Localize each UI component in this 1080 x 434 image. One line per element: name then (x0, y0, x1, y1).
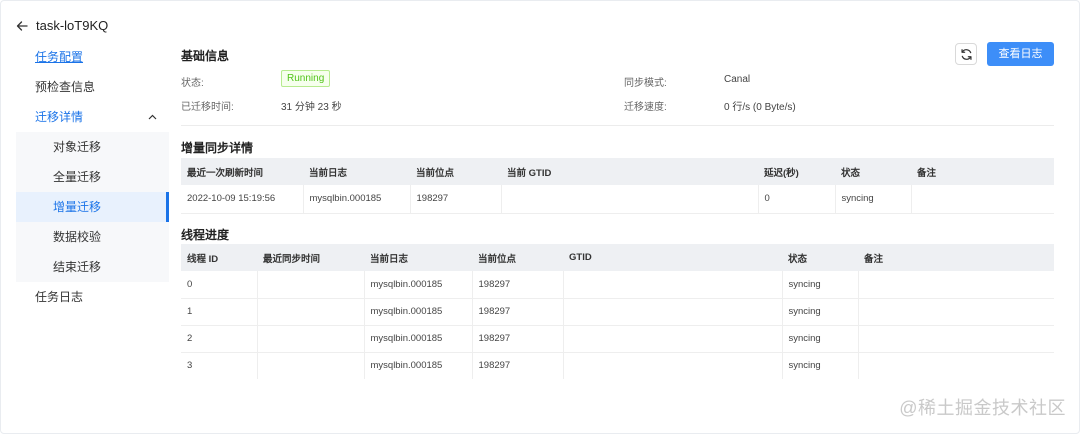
table-cell (858, 325, 1054, 353)
table-cell: 2022-10-09 15:19:56 (181, 185, 304, 214)
sidebar: 任务配置 预检查信息 迁移详情 对象迁移 全量迁移 增量迁移 数据校验 结束迁移… (16, 42, 169, 312)
table-cell: 1 (181, 298, 258, 326)
task-title: task-loT9KQ (36, 18, 109, 33)
migration-speed-label: 迁移速度: (624, 102, 667, 113)
sidebar-item-data-validation[interactable]: 数据校验 (16, 222, 169, 252)
table-cell: mysqlbin.000185 (364, 271, 473, 299)
column-header: 备注 (911, 158, 1054, 185)
table-cell: 198297 (472, 298, 564, 326)
basic-info-title: 基础信息 (181, 49, 230, 63)
table-cell: syncing (782, 271, 859, 299)
table-cell: mysqlbin.000185 (303, 185, 411, 214)
sidebar-item-task-log[interactable]: 任务日志 (16, 282, 169, 312)
table-header-row: 线程 ID 最近同步时间 当前日志 当前位点 GTID 状态 备注 (181, 244, 1054, 271)
column-header: 最近同步时间 (257, 244, 364, 271)
view-log-button[interactable]: 查看日志 (987, 42, 1054, 66)
table-cell: syncing (782, 298, 859, 326)
table-cell (257, 325, 365, 353)
sidebar-item-object-migration[interactable]: 对象迁移 (16, 132, 169, 162)
divider (181, 125, 1054, 126)
table-cell: syncing (782, 325, 859, 353)
sidebar-item-end-migration[interactable]: 结束迁移 (16, 252, 169, 282)
chevron-up-icon (148, 114, 157, 120)
incremental-sync-table: 最近一次刷新时间 当前日志 当前位点 当前 GTID 延迟(秒) 状态 备注 2… (181, 158, 1054, 214)
back-arrow-icon[interactable] (16, 20, 28, 32)
incremental-sync-title: 增量同步详情 (181, 141, 254, 155)
elapsed-time-label: 已迁移时间: (181, 102, 234, 113)
table-cell: 198297 (472, 352, 564, 379)
table-row: 1 mysqlbin.000185 198297 syncing (181, 298, 1054, 326)
sync-mode-label: 同步模式: (624, 78, 667, 89)
table-row: 2 mysqlbin.000185 198297 syncing (181, 325, 1054, 353)
sidebar-item-task-config[interactable]: 任务配置 (16, 42, 169, 72)
column-header: 备注 (858, 244, 1054, 271)
column-header: GTID (563, 244, 782, 271)
column-header: 当前位点 (472, 244, 563, 271)
table-cell (563, 271, 783, 299)
table-cell: 198297 (472, 325, 564, 353)
table-cell: mysqlbin.000185 (364, 298, 473, 326)
watermark: @稀土掘金技术社区 (899, 398, 1066, 418)
table-cell (501, 185, 759, 214)
page-header: task-loT9KQ (16, 18, 108, 33)
refresh-icon (960, 48, 972, 60)
table-cell (858, 271, 1054, 299)
table-cell: 3 (181, 352, 258, 379)
table-cell (911, 185, 1054, 214)
table-cell: mysqlbin.000185 (364, 325, 473, 353)
table-cell (257, 298, 365, 326)
table-cell: syncing (835, 185, 912, 214)
table-cell (563, 325, 783, 353)
table-cell (257, 352, 365, 379)
sync-mode-value: Canal (724, 74, 751, 85)
refresh-button[interactable] (955, 43, 977, 65)
table-cell (257, 271, 365, 299)
migration-speed-value: 0 行/s (0 Byte/s) (724, 102, 796, 113)
table-row: 2022-10-09 15:19:56 mysqlbin.000185 1982… (181, 185, 1054, 214)
table-cell: 0 (758, 185, 836, 214)
column-header: 当前日志 (364, 244, 472, 271)
table-cell: 198297 (472, 271, 564, 299)
table-cell: mysqlbin.000185 (364, 352, 473, 379)
table-cell (563, 298, 783, 326)
table-cell: syncing (782, 352, 859, 379)
column-header: 当前日志 (303, 158, 410, 185)
sidebar-item-migration-detail[interactable]: 迁移详情 (16, 102, 169, 132)
table-cell (858, 298, 1054, 326)
sidebar-item-full-migration[interactable]: 全量迁移 (16, 162, 169, 192)
column-header: 线程 ID (181, 244, 257, 271)
table-cell (563, 352, 783, 379)
table-cell: 198297 (410, 185, 502, 214)
column-header: 延迟(秒) (758, 158, 835, 185)
column-header: 状态 (835, 158, 911, 185)
thread-progress-title: 线程进度 (181, 228, 230, 242)
sidebar-item-incremental-migration[interactable]: 增量迁移 (16, 192, 169, 222)
table-cell (858, 352, 1054, 379)
sidebar-item-label: 迁移详情 (35, 110, 84, 124)
migration-submenu: 对象迁移 全量迁移 增量迁移 数据校验 结束迁移 (16, 132, 169, 282)
elapsed-time-value: 31 分钟 23 秒 (281, 102, 342, 113)
table-row: 3 mysqlbin.000185 198297 syncing (181, 352, 1054, 379)
column-header: 最近一次刷新时间 (181, 158, 303, 185)
status-label: 状态: (181, 78, 204, 89)
table-row: 0 mysqlbin.000185 198297 syncing (181, 271, 1054, 299)
table-cell: 2 (181, 325, 258, 353)
table-cell: 0 (181, 271, 258, 299)
column-header: 当前位点 (410, 158, 501, 185)
thread-progress-table: 线程 ID 最近同步时间 当前日志 当前位点 GTID 状态 备注 0 mysq… (181, 244, 1054, 379)
column-header: 当前 GTID (501, 158, 758, 185)
table-header-row: 最近一次刷新时间 当前日志 当前位点 当前 GTID 延迟(秒) 状态 备注 (181, 158, 1054, 185)
column-header: 状态 (782, 244, 858, 271)
sidebar-item-precheck[interactable]: 预检查信息 (16, 72, 169, 102)
status-badge: Running (281, 70, 331, 87)
